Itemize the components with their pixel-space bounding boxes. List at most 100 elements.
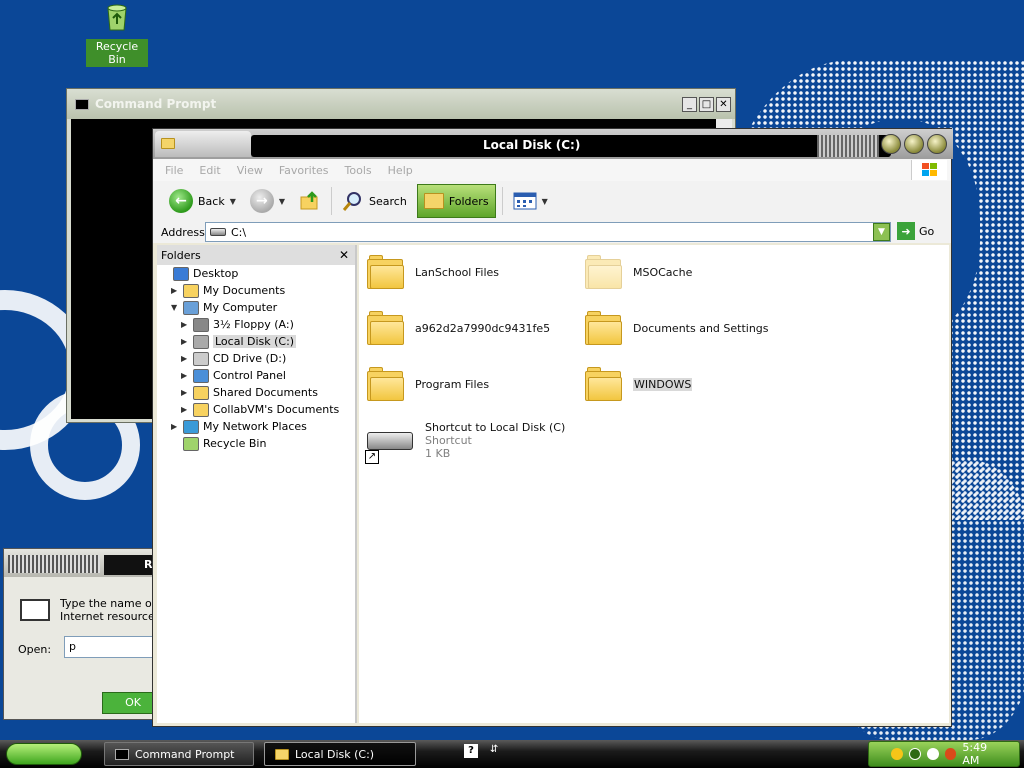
- taskbar-button-local-disk[interactable]: Local Disk (C:): [264, 742, 416, 766]
- explorer-window[interactable]: Local Disk (C:) File Edit View Favorites…: [152, 128, 953, 727]
- chevron-down-icon[interactable]: ▼: [542, 197, 548, 206]
- maximize-button[interactable]: □: [699, 96, 714, 112]
- menu-favorites[interactable]: Favorites: [279, 164, 329, 177]
- chevron-down-icon[interactable]: ▼: [230, 197, 236, 206]
- expand-icon[interactable]: ▶: [181, 371, 193, 380]
- tree-item[interactable]: ▶ Local Disk (C:): [157, 333, 355, 350]
- tree-item-label: Desktop: [193, 267, 239, 280]
- menu-file[interactable]: File: [165, 164, 183, 177]
- shortcut-item[interactable]: ↗ Shortcut to Local Disk (C) Shortcut 1 KB: [365, 421, 565, 464]
- maximize-button[interactable]: [904, 134, 924, 154]
- close-button[interactable]: ✕: [716, 96, 731, 112]
- up-folder-button[interactable]: [295, 184, 325, 218]
- menu-tools[interactable]: Tools: [345, 164, 372, 177]
- minimize-button[interactable]: [881, 134, 901, 154]
- folder-icon: [193, 402, 209, 417]
- folder-item[interactable]: MSOCache: [585, 255, 692, 289]
- explorer-title: Local Disk (C:): [483, 138, 581, 152]
- folder-tree: Desktop ▶ My Documents ▼ My Computer ▶ 3½ Flop…: [157, 265, 355, 452]
- folder-item[interactable]: Documents and Settings: [585, 311, 769, 345]
- up-folder-icon: [300, 191, 318, 210]
- folder-item[interactable]: WINDOWS: [585, 367, 693, 401]
- title-grille: [8, 555, 100, 573]
- address-label: Address: [161, 225, 205, 239]
- tree-item[interactable]: ▼ My Computer: [157, 299, 355, 316]
- folder-icon: [423, 193, 444, 209]
- tree-item[interactable]: ▶ Control Panel: [157, 367, 355, 384]
- cmd-icon: [115, 748, 129, 760]
- address-input[interactable]: C:\ ▼: [205, 222, 891, 242]
- tree-item-label: My Computer: [203, 301, 278, 314]
- folder-icon: [367, 311, 405, 345]
- tree-item[interactable]: ▶ 3½ Floppy (A:): [157, 316, 355, 333]
- back-button[interactable]: ← Back ▼: [165, 184, 240, 218]
- title-grille: [817, 135, 879, 157]
- expand-icon[interactable]: ▶: [181, 337, 193, 346]
- chevron-down-icon[interactable]: ▼: [873, 223, 890, 241]
- menu-bar: File Edit View Favorites Tools Help: [153, 159, 951, 181]
- minimize-button[interactable]: _: [682, 96, 697, 112]
- explorer-title-bar[interactable]: Local Disk (C:): [153, 129, 953, 159]
- title-tab: [155, 131, 251, 157]
- collapse-icon[interactable]: ▼: [171, 303, 183, 312]
- views-button[interactable]: ▼: [509, 184, 552, 218]
- volume-icon[interactable]: [908, 748, 921, 760]
- hard-disk-shortcut-icon: ↗: [365, 424, 415, 464]
- tree-item-label: CD Drive (D:): [213, 352, 287, 365]
- start-button[interactable]: [6, 743, 82, 765]
- search-button[interactable]: Search: [338, 184, 411, 218]
- run-dialog[interactable]: R Type the name of a Internet resource, …: [3, 548, 166, 720]
- tree-item-label: Local Disk (C:): [213, 335, 297, 348]
- contents-pane: LanSchool Files MSOCache a962d2a7990dc9431…: [359, 245, 949, 723]
- tree-item[interactable]: ▶ CD Drive (D:): [157, 350, 355, 367]
- network-places-icon: [183, 419, 199, 434]
- menu-view[interactable]: View: [237, 164, 263, 177]
- expand-icon[interactable]: ▶: [181, 388, 193, 397]
- tree-item-label: Shared Documents: [213, 386, 318, 399]
- expand-icon[interactable]: ▶: [171, 422, 183, 431]
- tree-item[interactable]: ▶ CollabVM's Documents: [157, 401, 355, 418]
- tree-item[interactable]: ▶ My Network Places: [157, 418, 355, 435]
- folder-item[interactable]: LanSchool Files: [367, 255, 499, 289]
- network-tray-icon[interactable]: [926, 748, 939, 760]
- forward-arrow-icon: →: [249, 189, 274, 213]
- item-name: Documents and Settings: [633, 321, 769, 335]
- run-title-bar[interactable]: R: [4, 549, 164, 577]
- toolbar: ← Back ▼ → ▼ Search Folders ▼: [153, 181, 951, 221]
- open-input[interactable]: p: [64, 636, 164, 658]
- expand-icon[interactable]: ▶: [181, 320, 193, 329]
- desktop-icon-recycle-bin[interactable]: Recycle Bin: [86, 2, 148, 67]
- taskbar-button-command-prompt[interactable]: Command Prompt: [104, 742, 254, 766]
- menu-edit[interactable]: Edit: [199, 164, 220, 177]
- clock[interactable]: 5:49 AM: [962, 741, 1007, 767]
- tree-item[interactable]: Recycle Bin: [157, 435, 355, 452]
- close-button[interactable]: [927, 134, 947, 154]
- chevron-down-icon[interactable]: ▼: [279, 197, 285, 206]
- expand-icon[interactable]: ▶: [181, 354, 193, 363]
- folders-button[interactable]: Folders: [416, 184, 496, 218]
- folders-pane-header: Folders ✕: [157, 245, 355, 265]
- folder-item[interactable]: Program Files: [367, 367, 489, 401]
- back-arrow-icon: ←: [169, 189, 193, 213]
- expand-icon[interactable]: ▶: [171, 286, 183, 295]
- go-button[interactable]: ➜ Go: [897, 222, 934, 240]
- help-icon[interactable]: ?: [464, 744, 478, 758]
- close-icon[interactable]: ✕: [339, 248, 349, 262]
- network-icon[interactable]: ⇵: [490, 744, 498, 758]
- folder-icon: [585, 367, 623, 401]
- alert-tray-icon[interactable]: [944, 748, 957, 760]
- run-icon: [20, 599, 50, 621]
- tree-item[interactable]: ▶ Shared Documents: [157, 384, 355, 401]
- cmd-title-bar[interactable]: Command Prompt _ □ ✕: [67, 89, 735, 119]
- forward-button[interactable]: → ▼: [246, 184, 289, 218]
- security-shield-icon[interactable]: [891, 748, 903, 760]
- tree-item[interactable]: Desktop: [157, 265, 355, 282]
- cmd-icon: [75, 98, 89, 110]
- tree-item[interactable]: ▶ My Documents: [157, 282, 355, 299]
- menu-help[interactable]: Help: [388, 164, 413, 177]
- item-name: MSOCache: [633, 265, 693, 279]
- expand-icon[interactable]: ▶: [181, 405, 193, 414]
- system-tray: 5:49 AM: [868, 741, 1020, 767]
- windows-logo-icon: [911, 160, 947, 180]
- folder-item[interactable]: a962d2a7990dc9431fe5: [367, 311, 550, 345]
